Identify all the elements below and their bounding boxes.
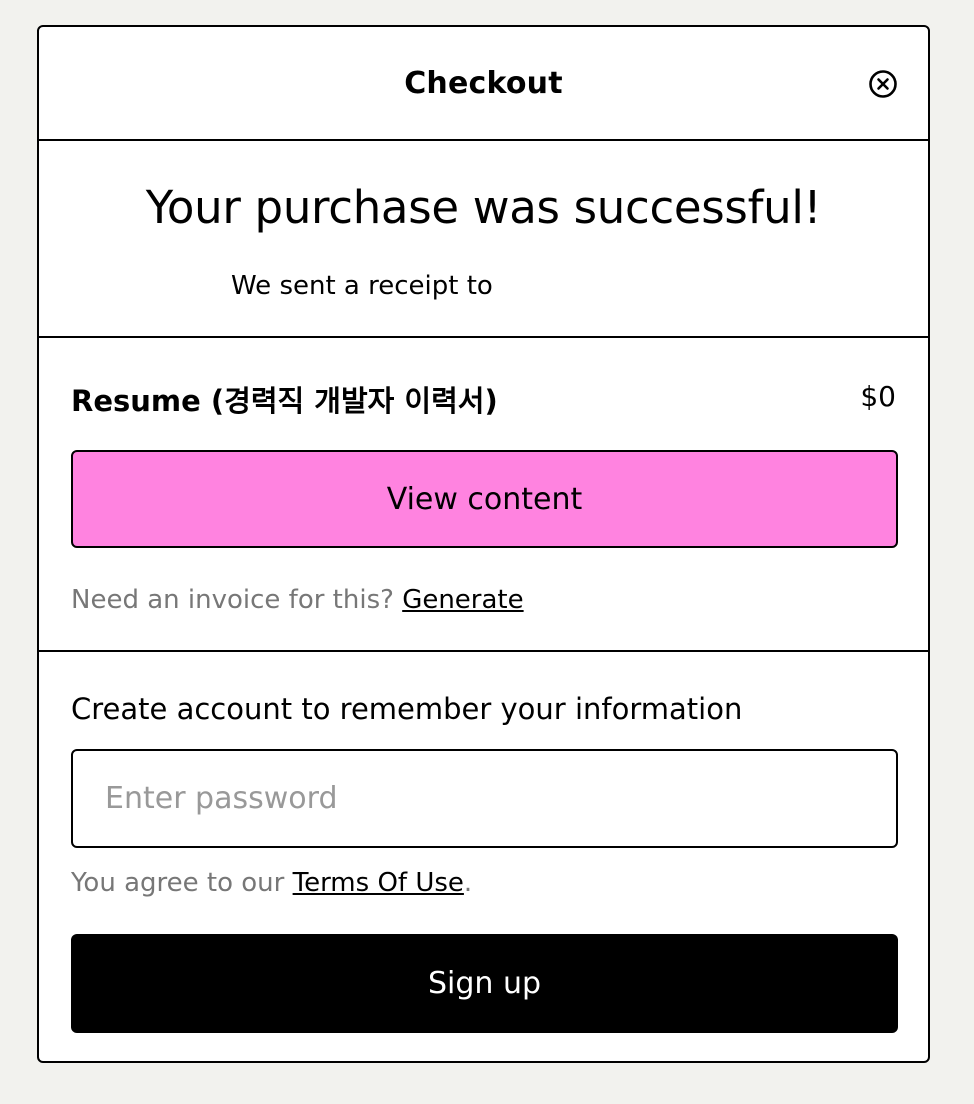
sign-up-button[interactable]: Sign up xyxy=(71,934,898,1033)
account-heading: Create account to remember your informat… xyxy=(71,692,743,726)
modal-header: Checkout xyxy=(39,27,928,141)
generate-invoice-link[interactable]: Generate xyxy=(402,585,523,615)
product-section: Resume (경력직 개발자 이력서) $0 View content Nee… xyxy=(39,338,928,652)
product-name: Resume (경력직 개발자 이력서) xyxy=(71,384,498,418)
product-price: $0 xyxy=(860,380,896,413)
modal-title: Checkout xyxy=(404,65,563,101)
terms-suffix: . xyxy=(463,868,473,898)
terms-of-use-link[interactable]: Terms Of Use xyxy=(293,868,464,898)
success-section: Your purchase was successful! We sent a … xyxy=(39,141,928,338)
invoice-line: Need an invoice for this? Generate xyxy=(71,585,524,615)
terms-line: You agree to our Terms Of Use. xyxy=(71,868,472,898)
success-heading: Your purchase was successful! xyxy=(145,181,822,234)
checkout-modal: Checkout Your purchase was successful! W… xyxy=(37,25,930,1063)
receipt-message: We sent a receipt to xyxy=(231,271,493,301)
view-content-button[interactable]: View content xyxy=(71,450,898,548)
account-section: Create account to remember your informat… xyxy=(39,652,928,1061)
terms-prefix: You agree to our xyxy=(71,868,285,898)
password-input[interactable] xyxy=(71,749,898,848)
close-icon[interactable] xyxy=(868,69,898,99)
invoice-prompt: Need an invoice for this? xyxy=(71,585,394,615)
